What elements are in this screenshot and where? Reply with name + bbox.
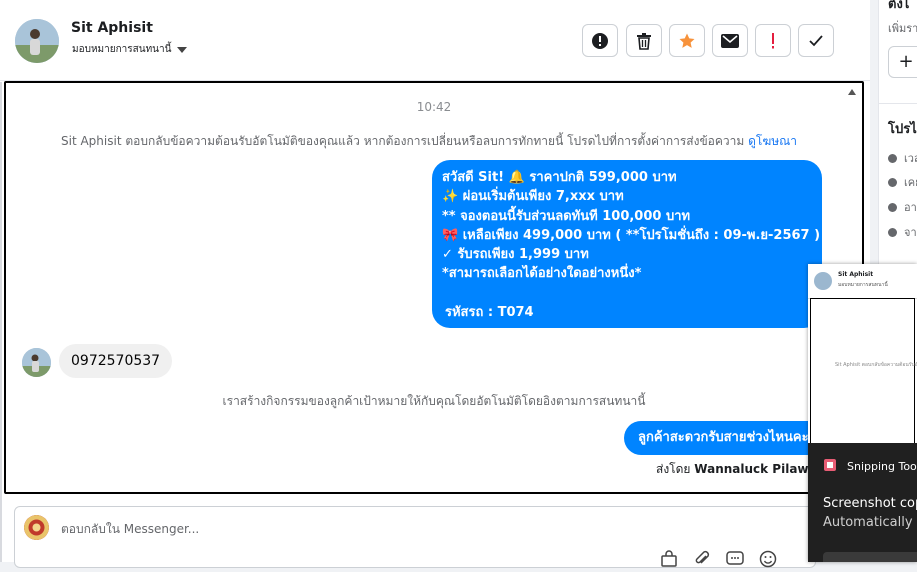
bag-icon[interactable] bbox=[660, 550, 680, 570]
sent-by-prefix: ส่งโดย bbox=[656, 462, 691, 476]
education-icon bbox=[888, 177, 897, 187]
composer-toolbar bbox=[660, 550, 779, 570]
star-icon bbox=[679, 33, 695, 48]
page-avatar bbox=[24, 515, 49, 540]
system-message: เราสร้างกิจกรรมของลูกค้าเป้าหมายให้กับคุ… bbox=[222, 394, 646, 408]
profile-row-text: จา bbox=[904, 226, 917, 239]
location-icon bbox=[888, 227, 897, 237]
sent-by-label: ส่งโดย Wannaluck Pilawan bbox=[656, 460, 825, 479]
preview-text: Sit Aphisit ตอบกลับข้อความต้อนรับอัตโนมั… bbox=[835, 362, 917, 368]
assign-dropdown[interactable]: มอบหมายการสนทนานี้ bbox=[72, 42, 188, 57]
delete-button[interactable] bbox=[626, 24, 662, 57]
star-button[interactable] bbox=[669, 24, 705, 57]
conversation-panel: Sit Aphisit มอบหมายการสนทนานี้ 10:42 Sit… bbox=[0, 0, 870, 568]
message-line: *สามารถเลือกได้อย่างใดอย่างหนึ่ง* bbox=[442, 266, 642, 282]
message-timestamp: 10:42 bbox=[416, 100, 452, 114]
notification-action-button[interactable] bbox=[823, 552, 917, 562]
location-icon bbox=[888, 202, 897, 212]
profile-row-text: อา bbox=[904, 201, 917, 214]
conversation-header: Sit Aphisit มอบหมายการสนทนานี้ bbox=[0, 0, 870, 81]
sidebar-subtitle: เพิ่มรา bbox=[888, 22, 917, 35]
delete-icon bbox=[637, 32, 651, 50]
preview-avatar bbox=[814, 272, 832, 290]
message-line: รหัสรถ : T074 bbox=[445, 304, 534, 320]
profile-row: เคย bbox=[888, 173, 917, 191]
profile-row-text: เวล bbox=[904, 152, 917, 165]
reply-composer[interactable]: ตอบกลับใน Messenger... bbox=[14, 506, 816, 568]
profile-row: อา bbox=[888, 198, 917, 216]
system-message: Sit Aphisit ตอบกลับข้อความต้อนรับอัตโนมั… bbox=[61, 132, 797, 151]
attach-icon[interactable] bbox=[693, 550, 713, 570]
outgoing-message-bubble[interactable]: สวัสดี Sit! 🔔 ราคาปกติ 599,000 บาท ✨ ผ่อ… bbox=[432, 160, 822, 328]
snipping-tool-notification[interactable]: Snipping Tool Screenshot copied Automati… bbox=[808, 443, 917, 562]
message-line: 🎀 เหลือเพียง 499,000 บาท ( **โปรโมชั่นถึ… bbox=[442, 227, 821, 243]
sender-avatar[interactable] bbox=[22, 348, 51, 377]
message-line: ** จองตอนนี้รับส่วนลดทันที 100,000 บาท bbox=[442, 208, 691, 224]
notification-line: Automatically saved bbox=[823, 515, 917, 530]
add-button[interactable]: + bbox=[888, 46, 917, 78]
mark-unread-button[interactable] bbox=[712, 24, 748, 57]
spam-icon bbox=[592, 32, 608, 49]
profile-section-title: โปรไ bbox=[888, 122, 917, 137]
profile-row: จา bbox=[888, 223, 917, 241]
sidebar-title: ตั้งไ bbox=[888, 0, 910, 12]
notification-line: Screenshot copied bbox=[823, 496, 917, 511]
snipping-tool-icon bbox=[824, 459, 836, 471]
scroll-up-arrow-icon[interactable] bbox=[848, 89, 856, 95]
done-icon bbox=[809, 34, 823, 46]
divider bbox=[879, 103, 917, 104]
view-ad-link[interactable]: ดูโฆษณา bbox=[748, 134, 797, 148]
emoji-icon[interactable] bbox=[759, 550, 779, 570]
contact-name[interactable]: Sit Aphisit bbox=[71, 20, 153, 36]
preview-name: Sit Aphisit bbox=[838, 271, 874, 278]
sent-by-name: Wannaluck Pilawan bbox=[694, 462, 826, 476]
message-line: สวัสดี Sit! 🔔 ราคาปกติ 599,000 บาท bbox=[442, 170, 677, 185]
profile-row: เวล bbox=[888, 149, 917, 167]
divider bbox=[0, 82, 2, 562]
clock-icon bbox=[888, 153, 897, 163]
notification-title: Snipping Tool bbox=[847, 460, 917, 473]
message-line: ✓ รับรถเพียง 1,999 บาท bbox=[442, 247, 589, 263]
message-line: ✨ ผ่อนเริ่มต้นเพียง 7,xxx บาท bbox=[442, 189, 624, 205]
mail-icon bbox=[721, 33, 739, 48]
preview-header: Sit Aphisit มอบหมายการสนทนานี้ bbox=[808, 264, 917, 299]
reply-input[interactable]: ตอบกลับใน Messenger... bbox=[61, 520, 199, 539]
preview-assign: มอบหมายการสนทนานี้ bbox=[838, 282, 888, 288]
assign-label: มอบหมายการสนทนานี้ bbox=[72, 44, 172, 55]
saved-reply-icon[interactable] bbox=[726, 550, 746, 570]
system-message-text: Sit Aphisit ตอบกลับข้อความต้อนรับอัตโนมั… bbox=[61, 134, 745, 148]
caret-down-icon bbox=[177, 46, 188, 53]
mark-spam-button[interactable] bbox=[582, 24, 618, 57]
message-thread[interactable]: 10:42 Sit Aphisit ตอบกลับข้อความต้อนรับอ… bbox=[4, 81, 864, 494]
mark-done-button[interactable] bbox=[798, 24, 834, 57]
important-icon bbox=[772, 32, 774, 48]
profile-row-text: เคย bbox=[904, 176, 917, 189]
preview-frame: Sit Aphisit ตอบกลับข้อความต้อนรับอัตโนมั… bbox=[810, 298, 917, 444]
incoming-message-bubble[interactable]: 0972570537 bbox=[59, 344, 173, 378]
mark-important-button[interactable] bbox=[755, 24, 791, 57]
message-line bbox=[442, 284, 812, 303]
contact-avatar[interactable] bbox=[15, 19, 59, 63]
